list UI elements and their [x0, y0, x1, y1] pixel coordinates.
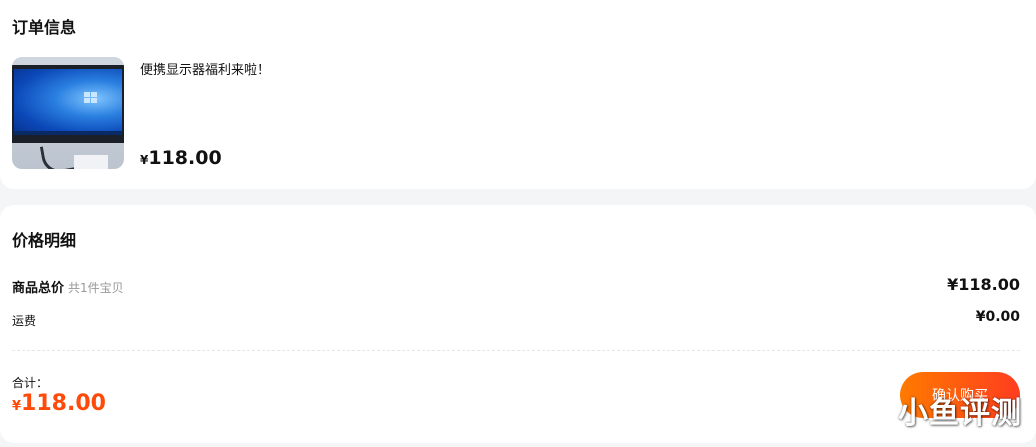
- product-name[interactable]: 便携显示器福利来啦！: [140, 59, 270, 78]
- currency-symbol: ¥: [975, 309, 986, 325]
- windows-logo-icon: [84, 92, 98, 104]
- shipping-label: 运费: [12, 314, 37, 328]
- sum-label: 合计：: [12, 376, 49, 390]
- monitor-base: [74, 155, 108, 169]
- product-price-value: 118.00: [148, 147, 222, 169]
- product-price: ¥118.00: [140, 147, 222, 169]
- sum-amount-value: 118.00: [21, 391, 106, 416]
- monitor-screen: [14, 69, 122, 135]
- goods-total-row: 商品总价 共1件宝贝: [12, 277, 124, 296]
- taskbar: [14, 131, 122, 135]
- goods-count: 共1件宝贝: [68, 281, 124, 295]
- order-info-card: 订单信息 便携显示器福利来啦！ ¥118.00: [0, 0, 1036, 189]
- confirm-purchase-button[interactable]: 确认购买: [900, 372, 1020, 418]
- currency-symbol: ¥: [12, 399, 22, 414]
- goods-total-label: 商品总价: [12, 281, 65, 296]
- shipping-amount: 0.00: [985, 309, 1020, 325]
- price-detail-card: 价格明细 商品总价 共1件宝贝 ¥118.00 运费 ¥0.00 合计： ¥118…: [0, 205, 1036, 443]
- goods-total-value: ¥118.00: [947, 275, 1020, 294]
- divider: [12, 350, 1020, 351]
- goods-total-amount: 118.00: [958, 275, 1020, 294]
- order-info-title: 订单信息: [12, 18, 77, 37]
- product-thumbnail[interactable]: [12, 57, 124, 169]
- shipping-value: ¥0.00: [976, 309, 1020, 325]
- price-detail-title: 价格明细: [12, 231, 77, 250]
- currency-symbol: ¥: [947, 275, 959, 294]
- sum-amount: ¥118.00: [12, 391, 106, 416]
